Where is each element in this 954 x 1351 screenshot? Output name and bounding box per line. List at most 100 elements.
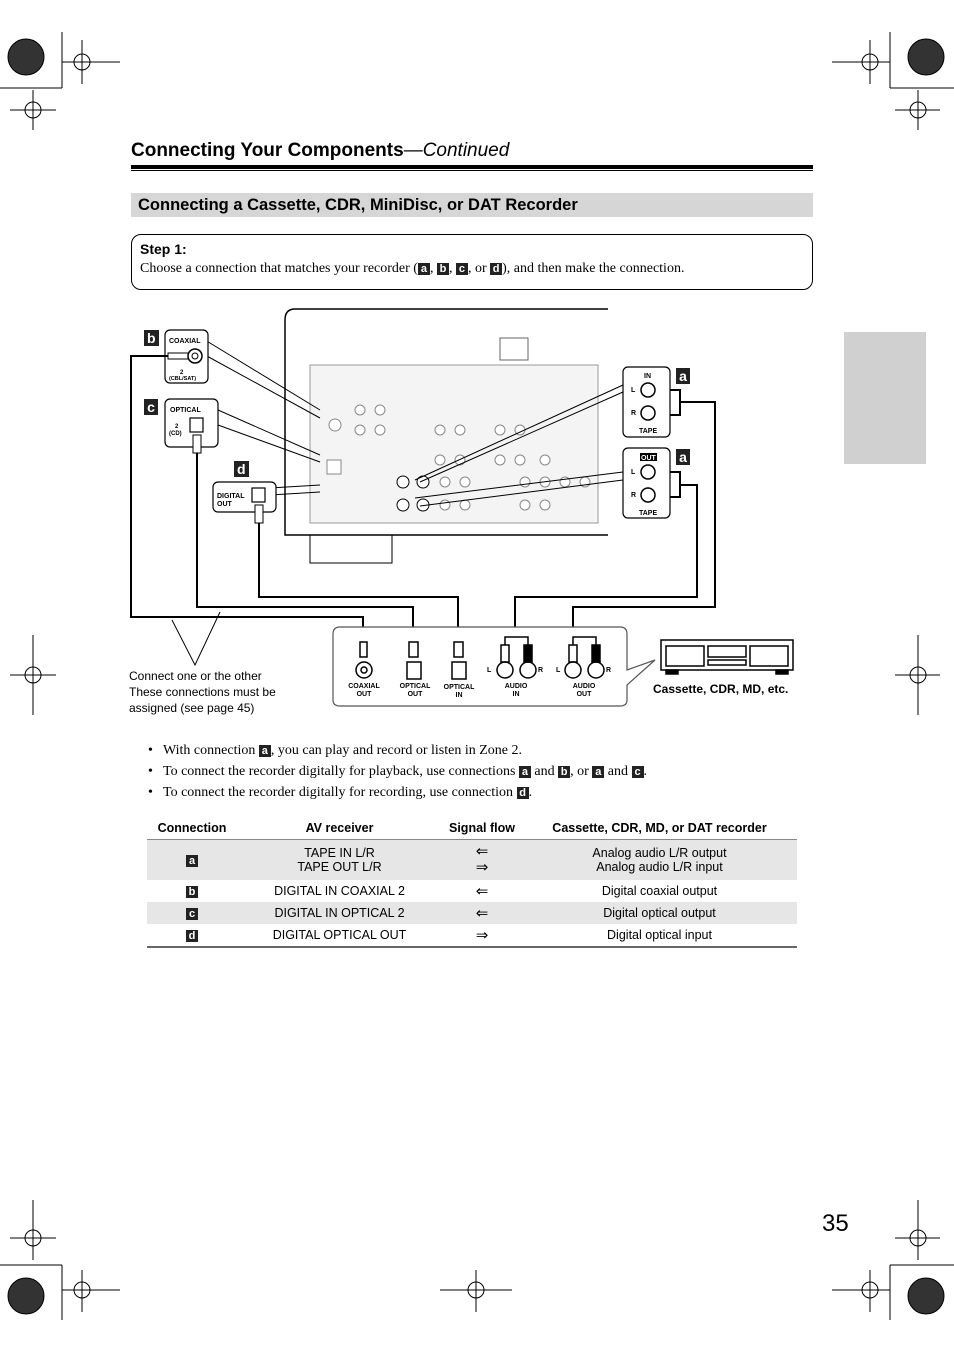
table-row: a TAPE IN L/R TAPE OUT L/R ⇐ ⇒ Analog audi… (147, 839, 797, 880)
l-label: L (556, 667, 561, 674)
r-label: R (538, 667, 543, 674)
l-label: L (631, 469, 636, 476)
r-label: R (631, 410, 636, 417)
registration-mark-icon (907, 38, 945, 76)
tape-out-label: OUT (641, 455, 657, 462)
badge-a: a (676, 368, 690, 384)
jack-label: OUT (577, 691, 593, 698)
badge: b (558, 766, 571, 778)
badge-d: d (186, 929, 198, 942)
receiver-rear-panel (309, 364, 599, 524)
arrow-right-icon: ⇒ (475, 858, 489, 876)
badge-c: c (144, 399, 158, 415)
cable-digital-out (258, 523, 459, 642)
connection-table: Connection AV receiver Signal flow Casse… (147, 817, 797, 948)
r-label: R (606, 667, 611, 674)
header-rule-thin (131, 170, 813, 171)
cell: DIGITAL IN COAXIAL 2 (274, 883, 405, 898)
device-label: Cassette, CDR, MD, etc. (653, 682, 788, 696)
table-row: c DIGITAL IN OPTICAL 2 ⇐ Digital optical… (147, 901, 797, 924)
registration-mark-icon (907, 1277, 945, 1315)
jack-label: AUDIO (573, 683, 596, 690)
badge: d (516, 787, 529, 799)
header-rule (131, 165, 813, 169)
bullet-item: • To connect the recorder digitally for r… (148, 785, 533, 800)
page-number: 35 (822, 1210, 849, 1237)
badge: a (592, 766, 605, 778)
section-title: Connecting a Cassette, CDR, MiniDisc, or… (131, 193, 813, 217)
badge: c (631, 766, 644, 778)
table-header: Connection AV receiver Signal flow Casse… (147, 817, 797, 840)
step-label: Step 1: (140, 241, 187, 257)
text: ), and then make the connection. (502, 261, 685, 276)
step-text: Choose a connection that matches your re… (140, 261, 804, 277)
header-title: Connecting Your Components (131, 140, 404, 161)
cassette-deck-icon (660, 639, 794, 675)
table-row: d DIGITAL OPTICAL OUT ⇒ Digital optical … (147, 923, 797, 948)
registration-mark-icon (7, 38, 45, 76)
arrow-right-icon: ⇒ (442, 923, 522, 948)
note-line: assigned (see page 45) (129, 701, 254, 715)
page-header: Connecting Your Components—Continued (131, 140, 509, 162)
r-label: R (631, 492, 636, 499)
bullet-item: • To connect the recorder digitally for p… (148, 764, 648, 779)
badge-b: b (186, 885, 198, 898)
badge-c: c (455, 263, 468, 275)
badge-d: d (234, 461, 249, 477)
digital-out-label: DIGITAL (217, 493, 245, 500)
col-header: Cassette, CDR, MD, or DAT recorder (522, 817, 797, 840)
text: , (448, 261, 456, 276)
badge-a: a (417, 263, 430, 275)
badge-d: d (490, 263, 503, 275)
coaxial-sub: (CBL/SAT) (169, 376, 196, 382)
badge-a: a (676, 449, 690, 465)
jack-label: OUT (357, 691, 373, 698)
text: . (643, 764, 648, 779)
bullet-item: • With connection a, you can play and rec… (148, 743, 523, 758)
text: and (604, 764, 632, 779)
step-box: Step 1: Choose a connection that matches… (131, 234, 813, 290)
jack-label: OPTICAL (400, 683, 431, 690)
text: . (528, 785, 533, 800)
badge: a (258, 745, 271, 757)
badge-b: b (436, 263, 449, 275)
cell: TAPE OUT L/R (297, 859, 382, 874)
text: and (530, 764, 559, 779)
text: To connect the recorder digitally for pl… (163, 764, 519, 779)
badge: a (518, 766, 531, 778)
col-header: AV receiver (237, 817, 442, 840)
note-line: These connections must be (129, 685, 276, 699)
tape-label: TAPE (639, 510, 657, 517)
cell: DIGITAL OPTICAL OUT (237, 923, 442, 948)
text: , or (570, 764, 593, 779)
text: , or (467, 261, 491, 276)
jack-label: IN (456, 692, 463, 699)
optical-sub: (CD) (169, 431, 182, 437)
col-header: Connection (147, 817, 237, 840)
jack-label: COAXIAL (348, 683, 380, 690)
cell: Analog audio L/R output (592, 845, 727, 860)
l-label: L (487, 667, 492, 674)
l-label: L (631, 387, 636, 394)
cell: Digital optical input (522, 923, 797, 948)
tape-label: TAPE (639, 428, 657, 435)
optical-label: OPTICAL (170, 407, 201, 414)
jack-label: AUDIO (505, 683, 528, 690)
text: Choose a connection that matches your re… (140, 261, 418, 276)
table-row: b DIGITAL IN COAXIAL 2 ⇐ Digital coaxial… (147, 880, 797, 902)
text: , you can play and record or listen in Z… (270, 743, 523, 758)
col-header: Signal flow (442, 817, 522, 840)
jack-label: OUT (408, 691, 424, 698)
cell: Digital optical output (522, 901, 797, 924)
coaxial-label: COAXIAL (169, 338, 201, 345)
note-line: Connect one or the other (129, 669, 262, 683)
cell: TAPE IN L/R (304, 845, 375, 860)
badge-b: b (144, 330, 159, 346)
arrow-left-icon: ⇐ (442, 901, 522, 924)
registration-mark-icon (7, 1277, 45, 1315)
text: To connect the recorder digitally for re… (163, 785, 517, 800)
manual-page: Connecting Your Components—Continued Con… (0, 0, 954, 1351)
cell: DIGITAL IN OPTICAL 2 (237, 901, 442, 924)
cell: Digital coaxial output (601, 883, 718, 898)
jack-label: IN (513, 691, 520, 698)
